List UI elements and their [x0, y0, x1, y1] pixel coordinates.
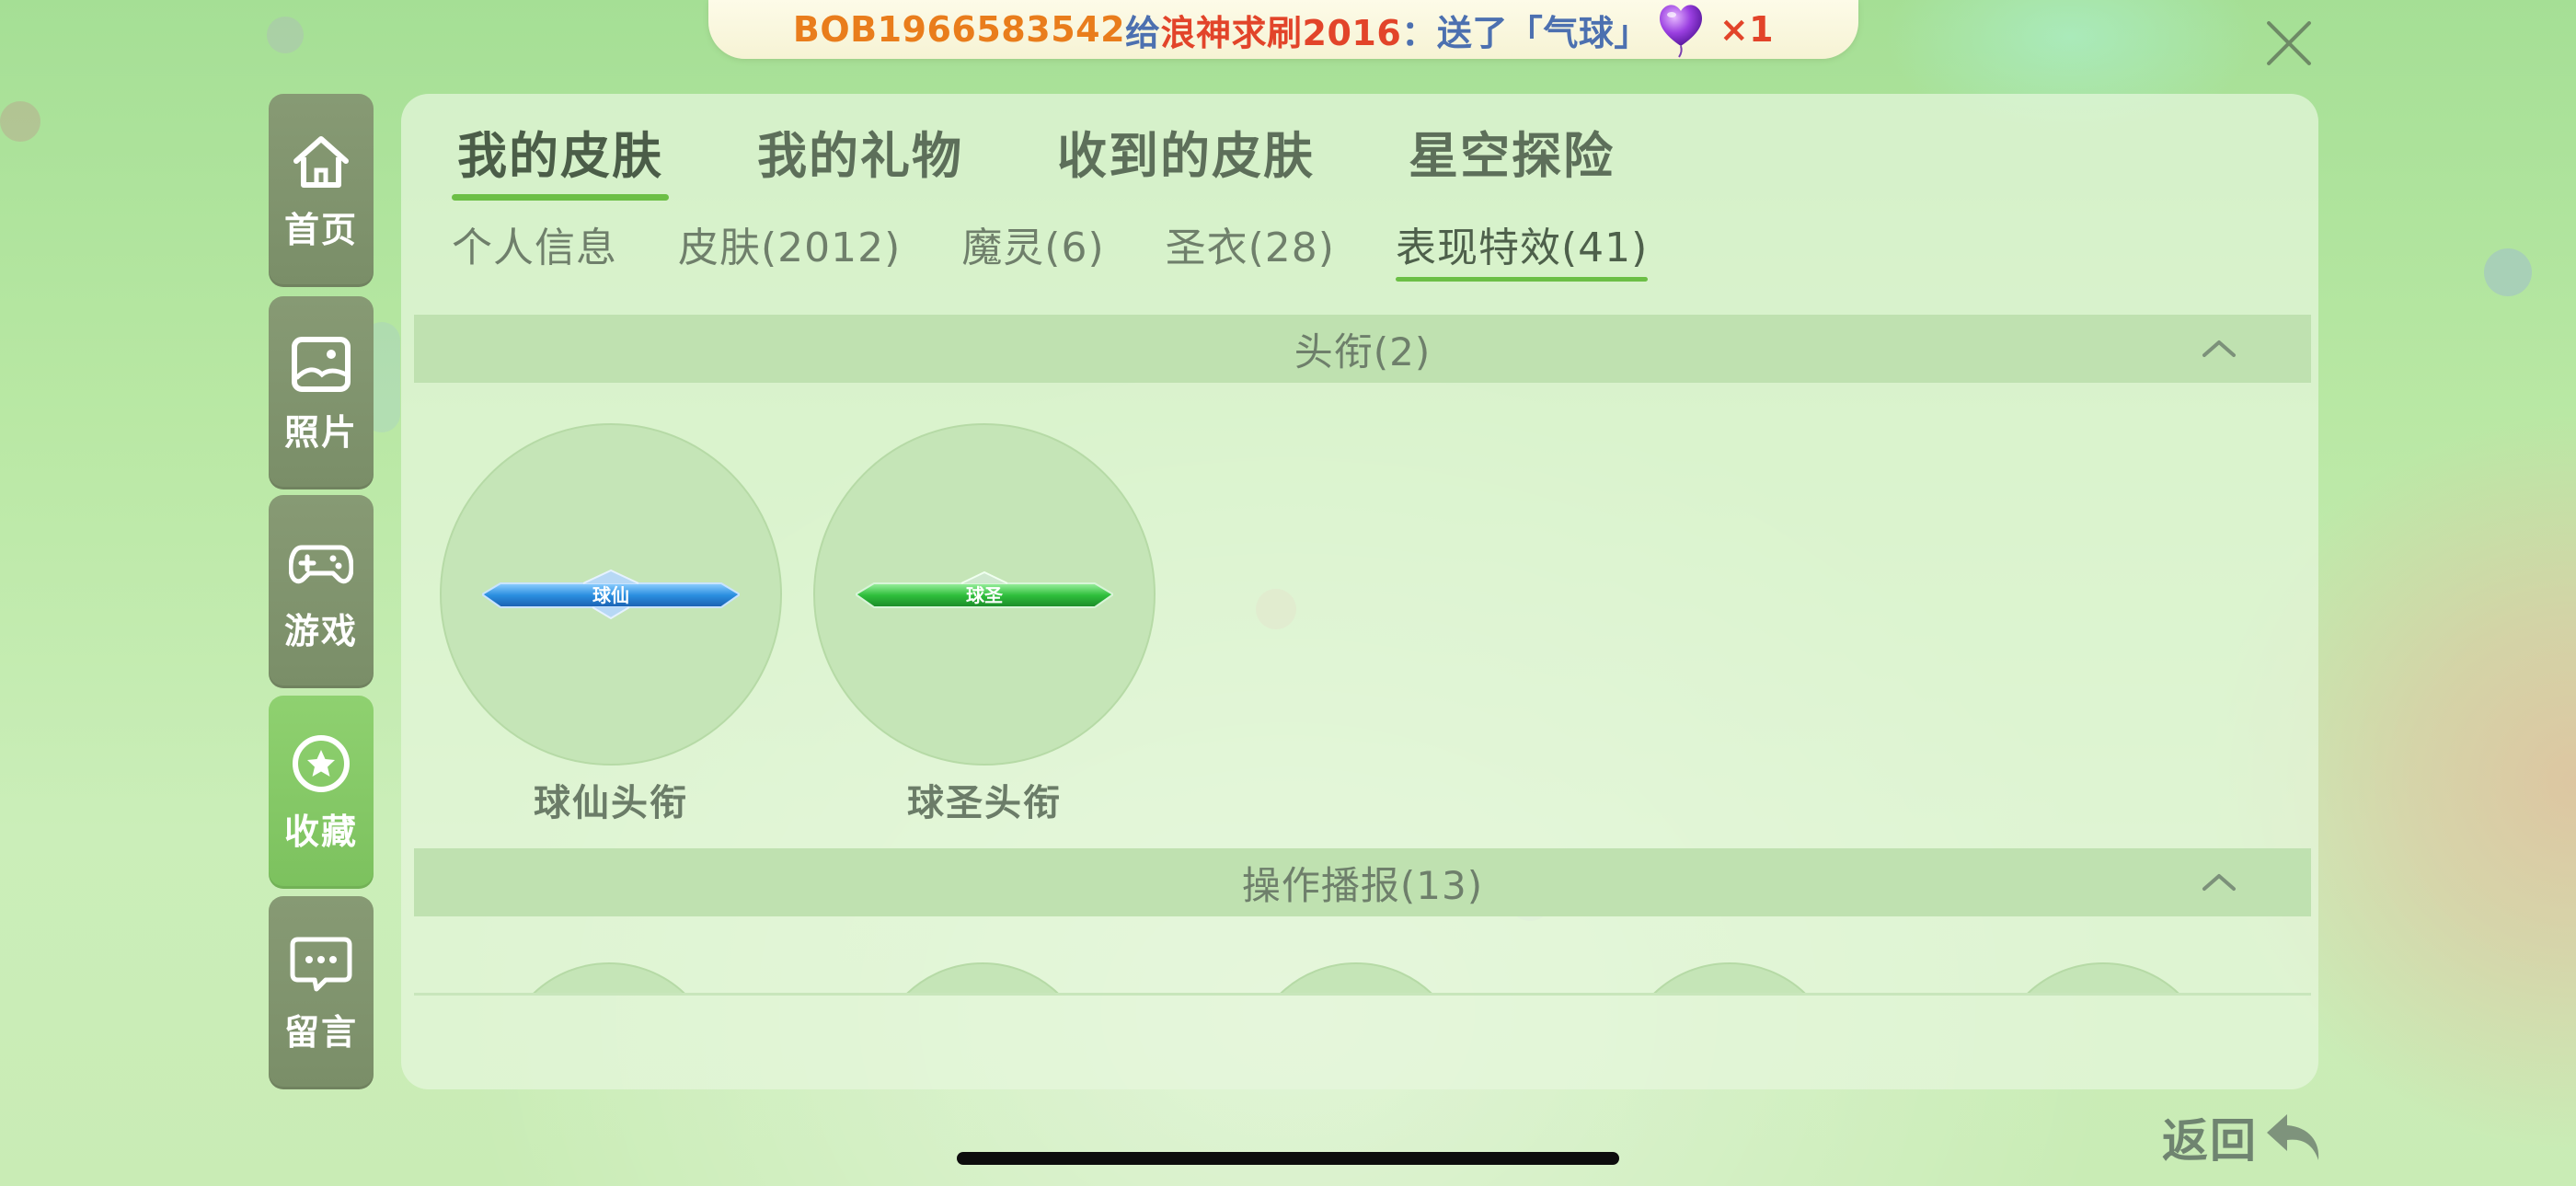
item-thumbnail[interactable]	[1993, 962, 2214, 993]
subtab-skins[interactable]: 皮肤(2012)	[678, 212, 901, 285]
sidebar-item-favorites[interactable]: 收藏	[269, 696, 374, 889]
sidebar-item-label: 首页	[283, 209, 358, 250]
sidebar-item-home[interactable]: 首页	[269, 94, 374, 287]
sidebar-item-label: 游戏	[283, 610, 358, 651]
item-thumbnail[interactable]	[1619, 962, 1840, 993]
home-icon	[293, 135, 349, 188]
gift-broadcast-banner: BOB1966583542 给 浪神求刷2016 ： 送了 「气球」 ×1	[708, 0, 1858, 59]
home-indicator[interactable]	[957, 1152, 1619, 1165]
collection-panel: 我的皮肤 我的礼物 收到的皮肤 星空探险 个人信息 皮肤(2012) 魔灵(6)…	[401, 94, 2318, 1089]
subtab-profile[interactable]: 个人信息	[452, 212, 617, 285]
item-thumbnail[interactable]	[1246, 962, 1466, 993]
item-thumbnail: 球圣	[813, 423, 1156, 766]
banner-sent: 送了	[1436, 12, 1508, 53]
subtab-spirits[interactable]: 魔灵(6)	[961, 212, 1104, 285]
back-button[interactable]: 返回	[2162, 1100, 2326, 1174]
message-icon	[290, 937, 352, 991]
badge-label: 球圣	[966, 584, 1004, 606]
sidebar-item-photos[interactable]: 照片	[269, 296, 374, 489]
subtab-effects[interactable]: 表现特效(41)	[1395, 212, 1649, 285]
banner-sender: BOB1966583542	[792, 9, 1126, 50]
section-header-titles[interactable]: 头衔(2)	[414, 315, 2311, 383]
chevron-up-icon[interactable]	[2201, 337, 2237, 359]
item-thumbnail[interactable]	[499, 962, 719, 993]
star-icon	[293, 734, 350, 792]
close-icon[interactable]	[2263, 18, 2313, 68]
section-header-broadcasts[interactable]: 操作播报(13)	[414, 848, 2311, 916]
photo-icon	[292, 336, 351, 392]
background-bokeh	[2484, 248, 2532, 296]
item-name: 球圣头衔	[907, 782, 1062, 824]
chevron-up-icon[interactable]	[2201, 870, 2237, 892]
sidebar-item-label: 照片	[283, 411, 358, 453]
title-item[interactable]: 球仙 球仙头衔	[440, 423, 782, 826]
banner-gift-name: 「气球」	[1507, 12, 1650, 53]
title-badge-icon: 球仙	[482, 569, 740, 620]
sidebar-item-messages[interactable]: 留言	[269, 896, 374, 1089]
badge-label: 球仙	[592, 584, 629, 606]
sidebar-item-label: 留言	[283, 1011, 358, 1053]
item-name: 球仙头衔	[534, 782, 688, 824]
back-label: 返回	[2162, 1114, 2258, 1168]
broadcast-items-row	[414, 938, 2311, 996]
back-arrow-icon	[2267, 1114, 2319, 1160]
banner-recipient: 浪神求刷2016	[1160, 12, 1402, 53]
main-tabs: 我的皮肤 我的礼物 收到的皮肤 星空探险	[452, 110, 1703, 202]
tab-received-skins[interactable]: 收到的皮肤	[1052, 110, 1320, 202]
background-bokeh	[0, 101, 40, 142]
gamepad-icon	[289, 545, 353, 583]
section-title: 头衔(2)	[1294, 328, 1432, 374]
section-title: 操作播报(13)	[1241, 862, 1484, 908]
item-thumbnail[interactable]	[872, 962, 1093, 993]
balloon-icon	[1655, 0, 1707, 59]
tab-my-skins[interactable]: 我的皮肤	[452, 110, 669, 202]
banner-separator: ：	[1401, 12, 1437, 53]
sidebar-item-label: 收藏	[283, 811, 358, 852]
subtab-holy-cloth[interactable]: 圣衣(28)	[1166, 212, 1335, 285]
item-thumbnail: 球仙	[440, 423, 782, 766]
background-bokeh	[267, 17, 304, 53]
banner-count: ×1	[1719, 9, 1775, 50]
title-badge-icon: 球圣	[856, 570, 1113, 608]
sidebar-item-games[interactable]: 游戏	[269, 495, 374, 688]
tab-my-gifts[interactable]: 我的礼物	[752, 110, 969, 202]
title-item[interactable]: 球圣 球圣头衔	[813, 423, 1156, 826]
banner-give: 给	[1125, 12, 1161, 53]
tab-star-adventure[interactable]: 星空探险	[1403, 110, 1620, 202]
sub-tabs: 个人信息 皮肤(2012) 魔灵(6) 圣衣(28) 表现特效(41)	[452, 212, 1708, 285]
